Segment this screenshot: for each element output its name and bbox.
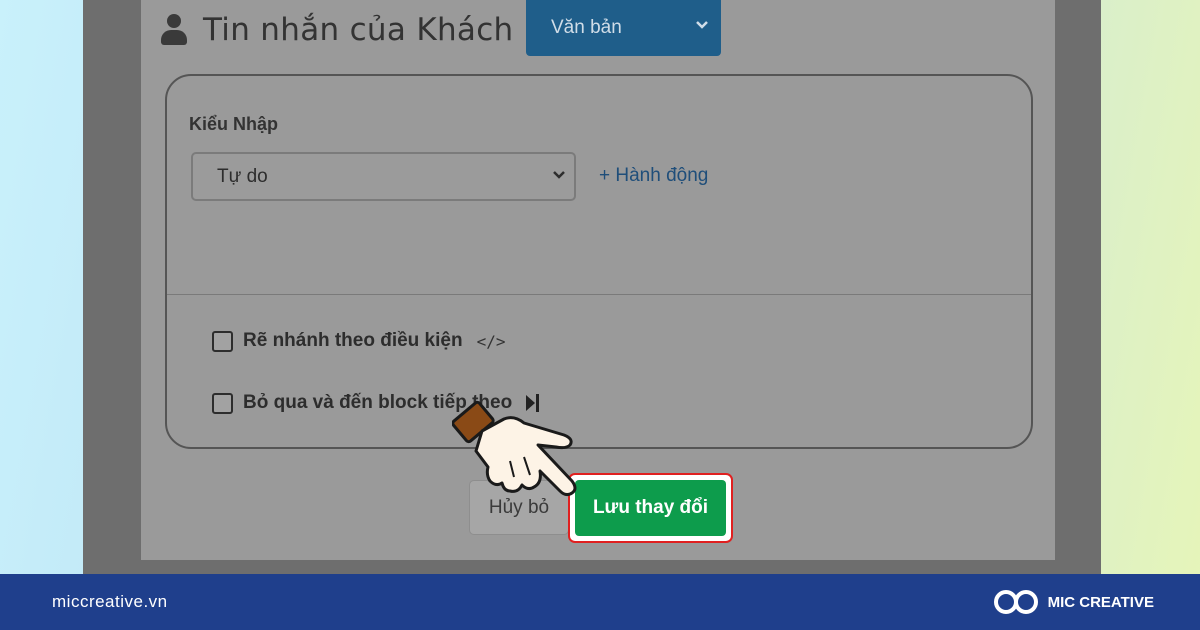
input-type-value: Tự do: [217, 165, 268, 187]
save-changes-button[interactable]: Lưu thay đổi: [575, 480, 726, 536]
footer-bar: miccreative.vn MIC CREATIVE: [0, 574, 1200, 630]
user-icon: [161, 14, 187, 46]
code-icon: </>: [476, 331, 506, 351]
chevron-down-icon: [696, 21, 708, 29]
input-type-label: Kiểu Nhập: [189, 114, 279, 134]
pointing-hand-icon: [452, 400, 577, 497]
input-config-card: Kiểu Nhập Tự do + Hành động Rẽ nhánh the…: [165, 74, 1033, 449]
divider: [167, 294, 1031, 295]
brand-name: MIC CREATIVE: [1047, 593, 1154, 611]
branch-condition-checkbox[interactable]: [212, 330, 233, 352]
add-action-link[interactable]: + Hành động: [599, 165, 708, 187]
brand: MIC CREATIVE: [992, 587, 1154, 617]
mic-logo-icon: [993, 590, 1038, 614]
footer-url[interactable]: miccreative.vn: [52, 592, 168, 612]
chevron-down-icon: [553, 171, 565, 179]
branch-condition-label: Rẽ nhánh theo điều kiện: [243, 330, 463, 351]
message-type-select[interactable]: Văn bản: [526, 0, 721, 56]
panel-header: Tin nhắn của Khách: [161, 0, 514, 60]
input-type-select[interactable]: Tự do: [191, 152, 576, 201]
save-button-highlight: Lưu thay đổi: [568, 473, 733, 543]
message-type-value: Văn bản: [551, 17, 622, 38]
page-title: Tin nhắn của Khách: [203, 12, 514, 48]
skip-block-checkbox[interactable]: [212, 392, 233, 414]
branch-condition-option[interactable]: Rẽ nhánh theo điều kiện </>: [212, 330, 505, 352]
